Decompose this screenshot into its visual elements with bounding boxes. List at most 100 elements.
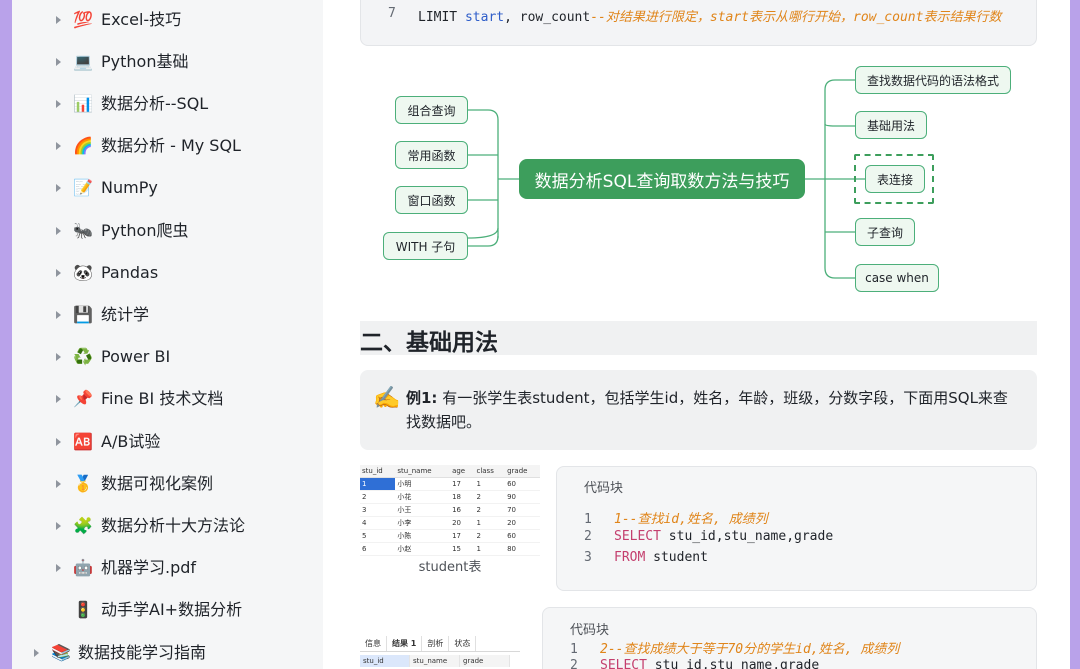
callout-text: 例1: 有一张学生表student，包括学生id，姓名，年龄，班级，分数字段，下… (406, 386, 1016, 434)
code-keyword: SELECT (614, 529, 661, 544)
table-cell: 1 (474, 516, 506, 530)
mindmap-node-with-clause[interactable]: WITH 子句 (383, 232, 468, 260)
table-row: 3 小王 16 2 70 (360, 503, 540, 517)
sidebar-item-sql[interactable]: 📊 数据分析--SQL (12, 85, 323, 123)
sidebar-item-crawler[interactable]: 🐜 Python爬虫 (12, 212, 323, 250)
writing-hand-icon: ✍️ (373, 386, 401, 411)
table-cell: 80 (505, 542, 540, 556)
code-separator: , (504, 10, 512, 25)
sidebar-item-label: 数据分析十大方法论 (101, 516, 246, 535)
caret-right-icon[interactable] (56, 480, 61, 488)
code-line: 2 SELECT stu_id,stu_name,grade (584, 529, 833, 544)
tab-status: 状态 (449, 636, 477, 651)
sidebar-item-ab-test[interactable]: 🆎 A/B试验 (12, 423, 323, 461)
caret-right-icon[interactable] (56, 353, 61, 361)
student-table-image[interactable]: stu_id stu_name age class grade 1 小明 17 … (360, 465, 540, 556)
line-number: 1 (570, 642, 578, 657)
mindmap[interactable]: 组合查询 常用函数 窗口函数 WITH 子句 数据分析SQL查询取数方法与技巧 … (360, 60, 1037, 305)
caret-right-icon[interactable] (56, 395, 61, 403)
table-cell: 2 (360, 490, 396, 504)
mindmap-node-table-join[interactable]: 表连接 (865, 165, 925, 193)
code-keyword: SELECT (600, 658, 647, 669)
code-line: 2 SELECT stu_id,stu_name,grade (570, 658, 819, 669)
sidebar-item-methodology[interactable]: 🧩 数据分析十大方法论 (12, 507, 323, 545)
section-heading-bg: 二、基础用法 (360, 321, 1037, 356)
table-row: 5 小陈 17 2 60 (360, 529, 540, 543)
query-result-image[interactable]: 信息 结果 1 剖析 状态 stu_id stu_name grade (360, 636, 520, 669)
code-block-1[interactable]: 代码块 1 1--查找id,姓名, 成绩列 2 SELECT stu_id,stu_… (556, 466, 1037, 591)
caret-right-icon[interactable] (56, 58, 61, 66)
mindmap-root-node[interactable]: 数据分析SQL查询取数方法与技巧 (519, 159, 805, 199)
table-cell: 60 (505, 477, 540, 491)
sidebar-item-pandas[interactable]: 🐼 Pandas (12, 254, 323, 292)
sidebar-item-python-basics[interactable]: 💻 Python基础 (12, 43, 323, 81)
table-cell: 1 (474, 477, 506, 491)
mindmap-node-syntax-format[interactable]: 查找数据代码的语法格式 (855, 66, 1011, 94)
code-block-limit[interactable]: 7 LIMIT start, row_count--对结果进行限定，start表… (360, 0, 1037, 46)
sidebar-item-powerbi[interactable]: ♻️ Power BI (12, 338, 323, 376)
column-header: class (474, 465, 506, 478)
sidebar-item-label: Python基础 (101, 52, 189, 71)
caret-right-icon[interactable] (56, 100, 61, 108)
line-number: 2 (584, 529, 592, 544)
ab-button-icon: 🆎 (73, 432, 93, 451)
sidebar-item-ai-analysis[interactable]: 🚦 动手学AI+数据分析 (12, 591, 323, 629)
sidebar-item-excel[interactable]: 💯 Excel-技巧 (12, 1, 323, 39)
medal-icon: 🥇 (73, 474, 93, 493)
floppy-disk-icon: 💾 (73, 305, 93, 324)
code-keyword: FROM (614, 550, 646, 565)
tab-result-1: 结果 1 (387, 636, 423, 651)
caret-right-icon[interactable] (56, 142, 61, 150)
table-row: 1 小明 17 1 60 (360, 477, 540, 491)
tab-info: 信息 (360, 636, 387, 651)
sidebar-item-label: NumPy (101, 178, 158, 197)
code-comment: 1--查找id,姓名, 成绩列 (614, 512, 768, 527)
sidebar-section-label: 数据技能学习指南 (78, 643, 207, 662)
pushpin-icon: 📌 (73, 389, 93, 408)
caret-right-icon[interactable] (56, 311, 61, 319)
code-block-title: 代码块 (584, 481, 624, 496)
code-line: 1 2--查找成绩大于等于70分的学生id,姓名, 成绩列 (570, 638, 899, 657)
table-row: 4 小李 20 1 20 (360, 516, 540, 530)
caret-right-icon[interactable] (56, 269, 61, 277)
sidebar-item-label: 数据可视化案例 (101, 474, 214, 493)
mindmap-node-common-functions[interactable]: 常用函数 (395, 141, 468, 169)
table-header-row: stu_id stu_name age class grade (360, 465, 540, 478)
code-block-2[interactable]: 代码块 1 2--查找成绩大于等于70分的学生id,姓名, 成绩列 2 SELECT… (542, 607, 1037, 669)
sidebar-item-label: Power BI (101, 347, 171, 366)
puzzle-icon: 🧩 (73, 516, 93, 535)
window-frame-left (0, 0, 12, 669)
column-header: age (450, 465, 475, 478)
sidebar-item-numpy[interactable]: 📝 NumPy (12, 169, 323, 207)
sidebar-section-skill-guide[interactable]: 📚 数据技能学习指南 (12, 634, 323, 669)
sidebar-item-finebi[interactable]: 📌 Fine BI 技术文档 (12, 380, 323, 418)
code-block-title: 代码块 (570, 623, 610, 638)
mindmap-node-subquery[interactable]: 子查询 (855, 218, 915, 246)
caret-right-icon[interactable] (56, 438, 61, 446)
sidebar-item-ml-pdf[interactable]: 🤖 机器学习.pdf (12, 549, 323, 587)
caret-right-icon[interactable] (56, 184, 61, 192)
mindmap-node-case-when[interactable]: case when (855, 264, 939, 292)
caret-right-icon[interactable] (56, 522, 61, 530)
traffic-light-icon: 🚦 (73, 600, 93, 619)
caret-right-icon[interactable] (56, 564, 61, 572)
caret-right-icon[interactable] (34, 649, 39, 657)
sidebar-item-label: 数据分析 - My SQL (101, 136, 241, 155)
table-cell: 2 (474, 503, 506, 517)
sidebar-item-label: 机器学习.pdf (101, 558, 197, 577)
panda-icon: 🐼 (73, 263, 93, 282)
caret-right-icon[interactable] (56, 16, 61, 24)
sidebar-item-mysql[interactable]: 🌈 数据分析 - My SQL (12, 127, 323, 165)
table-cell: 20 (450, 516, 475, 530)
mindmap-node-basic-usage[interactable]: 基础用法 (855, 111, 927, 139)
code-comment: 2--查找成绩大于等于70分的学生id,姓名, 成绩列 (600, 642, 900, 657)
sidebar-item-visualization[interactable]: 🥇 数据可视化案例 (12, 465, 323, 503)
code-identifier: row_count (519, 10, 591, 25)
callout-example: ✍️ 例1: 有一张学生表student，包括学生id，姓名，年龄，班级，分数字… (360, 370, 1037, 450)
caret-right-icon[interactable] (56, 227, 61, 235)
sidebar-item-label: 动手学AI+数据分析 (101, 600, 243, 619)
mindmap-node-window-functions[interactable]: 窗口函数 (395, 186, 468, 214)
mindmap-node-combined-query[interactable]: 组合查询 (395, 96, 468, 124)
column-header: stu_id (360, 655, 410, 667)
sidebar-item-statistics[interactable]: 💾 统计学 (12, 296, 323, 334)
